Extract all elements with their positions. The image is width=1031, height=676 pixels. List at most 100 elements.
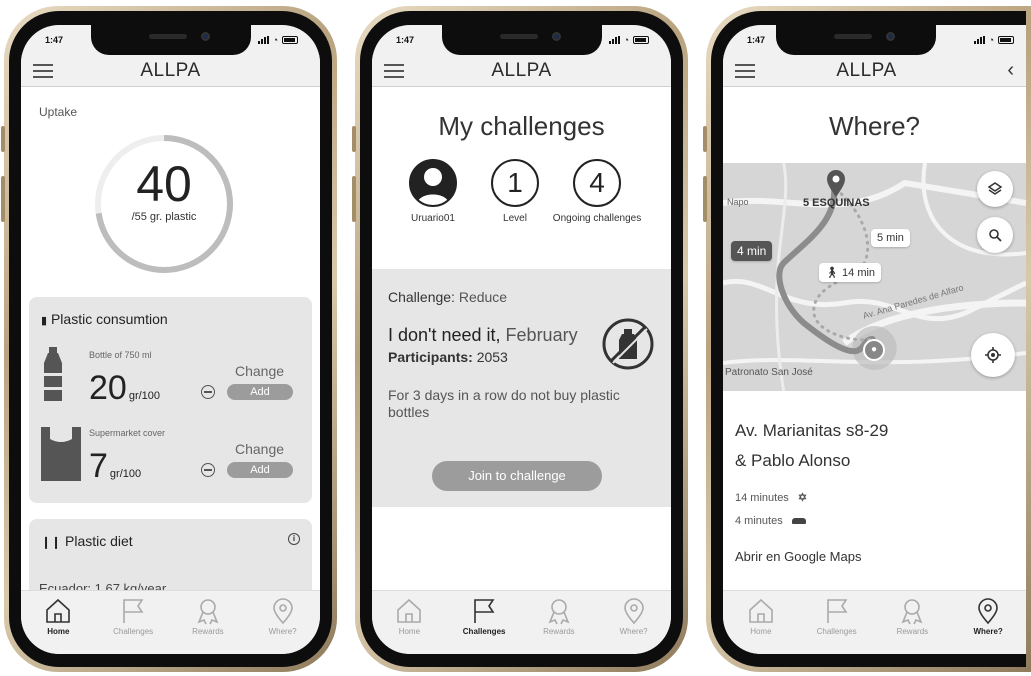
app-title: ALLPA: [491, 59, 552, 81]
destination-pin-icon: [827, 170, 845, 197]
phone-frame-home: 1:47 ◔ ALLPA Uptake 40 /55 gr. plastic ▮…: [1, 6, 337, 672]
address-line-1: Av. Marianitas s8-29: [735, 421, 889, 440]
menu-icon[interactable]: [384, 63, 404, 78]
side-button: [703, 176, 707, 222]
notch: [441, 25, 602, 55]
minus-button[interactable]: [201, 463, 215, 477]
status-icons: ◔: [608, 35, 649, 45]
tab-rewards[interactable]: Rewards: [882, 597, 942, 636]
app-bar: ALLPA: [21, 55, 320, 87]
tab-home[interactable]: Home: [731, 597, 791, 636]
flag-icon: [474, 599, 495, 623]
change-label: Change: [235, 363, 285, 379]
home-icon: [397, 598, 422, 623]
map-view[interactable]: Napo 5 ESQUINAS Patronato San José Av. A…: [723, 163, 1026, 391]
flag-icon: [826, 599, 848, 623]
status-icons: ◔: [257, 35, 298, 45]
avatar: [409, 159, 457, 207]
minus-button[interactable]: [201, 385, 215, 399]
battery-icon: [633, 36, 649, 44]
side-button: [703, 126, 707, 152]
home-content: Uptake 40 /55 gr. plastic ▮ Plastic cons…: [21, 87, 320, 590]
back-icon[interactable]: ‹: [1007, 59, 1014, 82]
signal-icon: [257, 36, 269, 44]
tab-rewards[interactable]: Rewards: [178, 597, 238, 636]
home-icon: [749, 598, 773, 623]
menu-icon[interactable]: [735, 63, 755, 78]
phone-bezel: 1:47 ◔ ALLPA My challenges Uruario01 1 L…: [360, 11, 683, 667]
map-search-button[interactable]: [977, 217, 1013, 253]
tab-challenges[interactable]: Challenges: [103, 597, 163, 636]
notch: [90, 25, 251, 55]
app-bar: ALLPA: [372, 55, 671, 87]
home-icon: [46, 598, 71, 623]
username: Uruario01: [411, 213, 455, 224]
status-time: 1:47: [396, 35, 415, 45]
page-title: Where?: [828, 111, 921, 141]
my-location-button[interactable]: [971, 333, 1015, 377]
plastic-consumption-card: ▮ Plastic consumtion Bottle of 750 ml 20…: [29, 297, 312, 503]
consumption-title: ▮ Plastic consumtion: [41, 311, 168, 327]
tab-home[interactable]: Home: [379, 597, 439, 636]
item-label: Supermarket cover: [89, 428, 166, 438]
battery-icon: [282, 36, 298, 44]
plastic-diet-card: ❙❙ Plastic diet i Ecuador: 1,67 kg/year: [29, 519, 312, 590]
walk-time-pill: 🚶︎ 14 min: [819, 263, 882, 282]
participants: Participants: 2053: [388, 349, 508, 365]
car-time: 4 minutes: [735, 515, 806, 527]
car-icon: [791, 518, 806, 525]
signal-icon: [973, 36, 985, 44]
google-maps-link[interactable]: Abrir en Google Maps: [735, 549, 861, 564]
screen-challenges: 1:47 ◔ ALLPA My challenges Uruario01 1 L…: [372, 25, 671, 654]
tab-challenges[interactable]: Challenges: [454, 597, 514, 636]
level-value: 1: [491, 159, 539, 207]
location-pin-icon: [623, 598, 644, 625]
ongoing-label: Ongoing challenges: [552, 213, 642, 224]
status-time: 1:47: [45, 35, 64, 45]
diet-title: ❙❙ Plastic diet: [41, 533, 133, 549]
ongoing-value: 4: [573, 159, 621, 207]
tab-bar: Home Challenges Rewards Where?: [21, 590, 320, 654]
where-content: Where? Napo 5 ESQUINAS Patronato San Jos…: [723, 87, 1026, 590]
tab-rewards[interactable]: Rewards: [529, 597, 589, 636]
alt-time-pill: 5 min: [871, 229, 910, 247]
car-marker-icon: ●: [863, 339, 885, 361]
side-button: [352, 176, 356, 222]
location-pin-icon: [978, 598, 998, 625]
menu-icon[interactable]: [33, 63, 53, 78]
side-button: [1, 126, 5, 152]
tab-where[interactable]: Where?: [604, 597, 664, 636]
item-value: 20 gr/100: [89, 369, 161, 407]
tab-challenges[interactable]: Challenges: [807, 597, 867, 636]
phone-bezel: 1:47 ◔ ALLPA ‹ Where? Napo 5 ESQUINAS Pa…: [711, 11, 1026, 667]
map-label-napo: Napo: [727, 197, 749, 207]
phone-frame-challenges: 1:47 ◔ ALLPA My challenges Uruario01 1 L…: [352, 6, 688, 672]
status-icons: ◔: [973, 35, 1014, 45]
uptake-subtitle: /55 gr. plastic: [131, 211, 197, 223]
wifi-icon: ◔: [988, 35, 994, 45]
map-label-patronato: Patronato San José: [725, 367, 813, 378]
add-button[interactable]: Add: [227, 462, 293, 478]
medal-icon: [901, 599, 923, 625]
tab-where[interactable]: Where?: [958, 597, 1018, 636]
bottle-icon: [44, 347, 62, 401]
walk-icon: ✡: [797, 492, 808, 504]
location-pin-icon: [272, 598, 293, 625]
map-label-esquinas: 5 ESQUINAS: [803, 197, 870, 209]
challenge-type: Challenge: Reduce: [388, 289, 508, 305]
side-button: [352, 126, 356, 152]
tab-home[interactable]: Home: [28, 597, 88, 636]
join-challenge-button[interactable]: Join to challenge: [432, 461, 602, 491]
bottle-small-icon: ▮: [41, 315, 48, 327]
challenge-card: Challenge: Reduce I don't need it, Febru…: [372, 269, 671, 507]
notch: [776, 25, 937, 55]
uptake-label: Uptake: [39, 105, 78, 119]
tab-where[interactable]: Where?: [253, 597, 313, 636]
info-icon[interactable]: i: [288, 533, 300, 545]
layers-button[interactable]: [977, 171, 1013, 207]
user-stat[interactable]: Uruario01: [388, 159, 478, 225]
add-button[interactable]: Add: [227, 384, 293, 400]
ongoing-stat: 4 Ongoing challenges: [552, 159, 642, 225]
address-line-2: & Pablo Alonso: [735, 451, 851, 470]
walk-time: 14 minutes ✡: [735, 492, 808, 504]
